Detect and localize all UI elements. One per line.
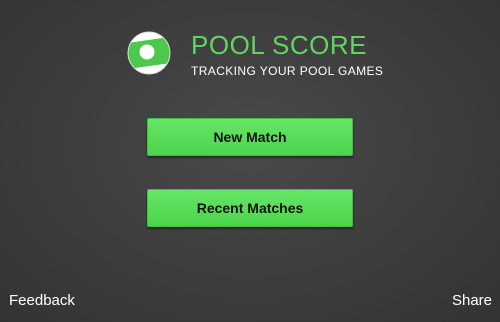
app-header: POOL SCORE TRACKING YOUR POOL GAMES [125, 28, 385, 78]
app-subtitle: TRACKING YOUR POOL GAMES [191, 64, 384, 78]
feedback-link[interactable]: Feedback [9, 292, 75, 309]
app-screen: POOL SCORE TRACKING YOUR POOL GAMES New … [0, 0, 500, 322]
share-link[interactable]: Share [452, 292, 492, 309]
new-match-button[interactable]: New Match [147, 118, 353, 156]
recent-matches-button[interactable]: Recent Matches [147, 189, 353, 227]
app-title: POOL SCORE [191, 30, 367, 60]
pool-ball-logo-icon [127, 31, 171, 75]
